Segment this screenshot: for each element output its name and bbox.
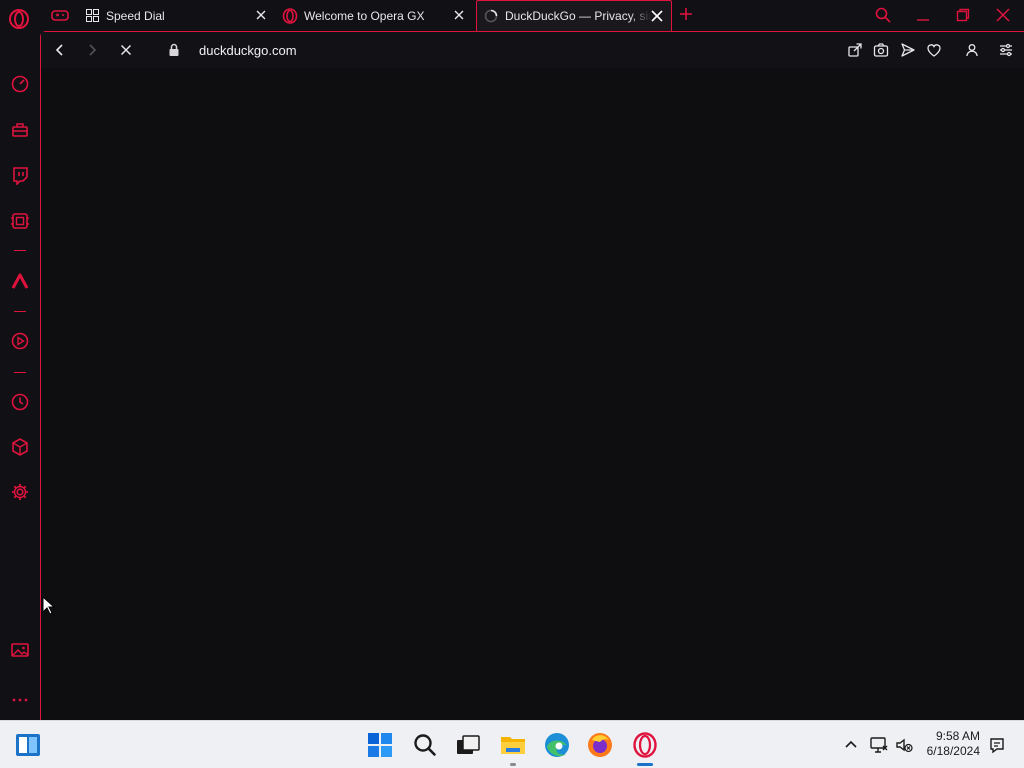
opera-gx-icon [282, 7, 298, 24]
gx-corner-icon[interactable] [10, 120, 30, 140]
sidebar-separator [14, 250, 26, 251]
send-icon[interactable] [900, 42, 916, 58]
mouse-cursor-icon [42, 596, 56, 615]
gx-control-icon[interactable] [10, 74, 30, 94]
back-icon[interactable] [52, 42, 68, 58]
video-popout-icon[interactable] [10, 331, 30, 351]
sidebar-separator [14, 372, 26, 373]
account-icon[interactable] [964, 42, 980, 58]
opera-gx-window: Speed Dial Welcome to Opera GX DuckDuckG… [0, 0, 1024, 720]
search-icon[interactable] [412, 732, 438, 758]
widgets-icon[interactable] [15, 732, 41, 758]
minimize-icon[interactable] [914, 6, 932, 24]
restore-icon[interactable] [954, 6, 972, 24]
heart-icon[interactable] [926, 42, 942, 58]
address-bar: duckduckgo.com [41, 32, 1024, 68]
camera-icon[interactable] [873, 42, 889, 58]
gx-corner-tab-icon[interactable] [50, 6, 70, 24]
more-icon[interactable] [10, 690, 30, 710]
player-icon[interactable] [10, 211, 30, 231]
tab-title: Welcome to Opera GX [304, 8, 425, 23]
task-view-icon[interactable] [455, 732, 481, 758]
chevron-up-icon[interactable] [841, 735, 861, 755]
network-icon[interactable] [869, 735, 889, 755]
opera-menu-icon[interactable] [8, 8, 30, 30]
volume-muted-icon[interactable] [894, 735, 914, 755]
tab-strip: Speed Dial Welcome to Opera GX DuckDuckG… [0, 0, 1024, 31]
web-page-area[interactable]: duckduckgo.com [40, 31, 1024, 720]
opera-gx-icon[interactable] [632, 732, 658, 758]
system-clock[interactable]: 9:58 AM 6/18/2024 [927, 729, 980, 759]
file-explorer-icon[interactable] [500, 732, 526, 758]
clock-time: 9:58 AM [935, 729, 980, 743]
close-tab-icon[interactable] [452, 8, 466, 22]
tab-title: DuckDuckGo — Privacy, simplified. [505, 9, 651, 23]
easy-setup-icon[interactable] [998, 42, 1014, 58]
stop-loading-icon[interactable] [118, 42, 134, 58]
edge-icon[interactable] [544, 732, 570, 758]
sidebar-separator [14, 311, 26, 312]
twitch-icon[interactable] [10, 165, 30, 185]
tab-welcome-opera-gx[interactable]: Welcome to Opera GX [282, 0, 472, 31]
search-tabs-icon[interactable] [874, 6, 892, 24]
new-tab-plus-icon[interactable] [678, 6, 694, 22]
close-window-icon[interactable] [994, 6, 1012, 24]
share-icon[interactable] [847, 42, 863, 58]
extensions-icon[interactable] [10, 437, 30, 457]
forward-icon[interactable] [84, 42, 100, 58]
running-indicator [510, 763, 516, 766]
tab-speed-dial[interactable]: Speed Dial [84, 0, 274, 31]
close-tab-icon[interactable] [650, 9, 664, 23]
loading-spinner-icon [483, 8, 499, 24]
aria-icon[interactable] [10, 271, 30, 291]
tab-duckduckgo[interactable]: DuckDuckGo — Privacy, simplified. [476, 0, 672, 31]
clock-date: 6/18/2024 [926, 744, 980, 758]
lock-icon[interactable] [168, 43, 180, 57]
close-tab-icon[interactable] [254, 8, 268, 22]
history-icon[interactable] [10, 392, 30, 412]
notifications-icon[interactable] [987, 735, 1007, 755]
sidebar [0, 31, 40, 720]
active-app-indicator [637, 763, 653, 766]
tab-title: Speed Dial [106, 8, 165, 23]
settings-icon[interactable] [10, 482, 30, 502]
windows-taskbar: 9:58 AM 6/18/2024 [0, 720, 1024, 768]
url-field[interactable]: duckduckgo.com [199, 43, 297, 58]
grid-icon [84, 8, 100, 24]
start-icon[interactable] [367, 732, 393, 758]
firefox-icon[interactable] [587, 732, 613, 758]
wallpaper-icon[interactable] [10, 640, 30, 660]
